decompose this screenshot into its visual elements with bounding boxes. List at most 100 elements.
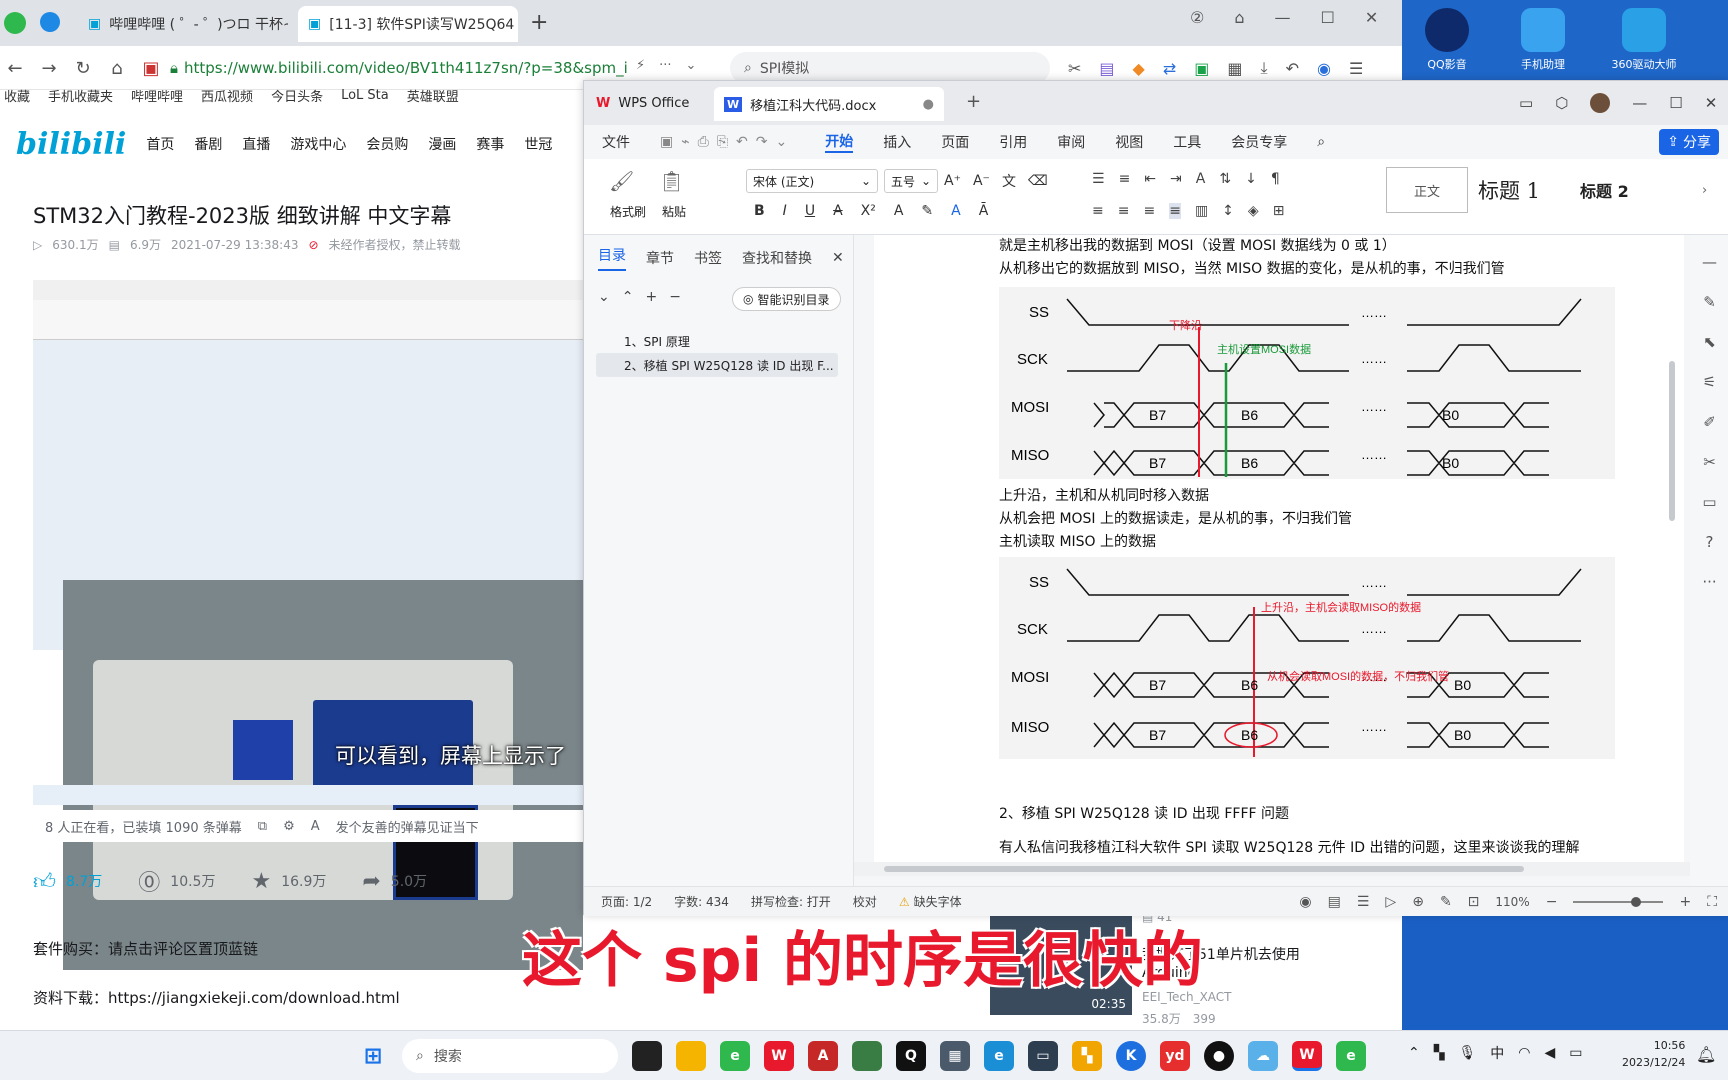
nav-tab-find-replace[interactable]: 查找和替换 <box>742 248 812 268</box>
download-icon[interactable]: ⤓ <box>1261 58 1268 78</box>
menu-membership[interactable]: 会员专享 <box>1231 132 1287 152</box>
pen-icon[interactable]: ✎ <box>1703 293 1716 311</box>
photo-icon[interactable] <box>852 1041 882 1071</box>
menu-page[interactable]: 页面 <box>941 132 969 152</box>
border-icon[interactable]: ⊞ <box>1273 203 1285 219</box>
bookmark-item[interactable]: LoL Sta <box>341 88 389 103</box>
underline-icon[interactable]: U <box>805 203 815 219</box>
youdao-icon[interactable]: yd <box>1160 1041 1190 1071</box>
bookmark-item[interactable]: 收藏 <box>4 86 30 105</box>
horizontal-scrollbar[interactable] <box>854 862 1690 876</box>
menu-file[interactable]: 文件 <box>602 132 630 152</box>
bookmark-item[interactable]: 今日头条 <box>271 86 323 105</box>
shading-icon[interactable]: ◈ <box>1248 203 1259 219</box>
zoom-in-icon[interactable]: + <box>1679 894 1691 910</box>
url-field[interactable]: 🔒︎ https://www.bilibili.com/video/BV1th4… <box>170 54 700 82</box>
start-icon[interactable]: ⊞ <box>358 1041 388 1071</box>
zoom-level[interactable]: 110% <box>1495 895 1529 909</box>
zoom-slider[interactable] <box>1573 896 1664 907</box>
scrollbar-thumb[interactable] <box>1669 361 1675 521</box>
minimize-icon[interactable]: — <box>1275 8 1291 27</box>
coin-button[interactable]: ⓪ 10.5万 <box>138 865 215 897</box>
format-painter-label[interactable]: 格式刷 <box>610 203 646 220</box>
home-icon[interactable]: ⌂ <box>104 55 130 81</box>
remove-heading-icon[interactable]: − <box>669 289 681 305</box>
desktop-icon-qqplayer[interactable]: QQ影音 <box>1412 8 1482 72</box>
reload-icon[interactable]: ↻ <box>70 55 96 81</box>
proofread-button[interactable]: 校对 <box>853 893 877 910</box>
menu-home[interactable]: 开始 <box>825 131 854 153</box>
danmaku-settings-icon[interactable]: ⚙ <box>283 819 295 834</box>
bold-icon[interactable]: B <box>754 203 765 219</box>
tools-icon[interactable]: ✂ <box>1703 453 1716 471</box>
style-normal[interactable]: 正文 <box>1386 167 1468 213</box>
k-app-icon[interactable]: K <box>1116 1041 1146 1071</box>
pin-icon[interactable]: ⌂ <box>1234 8 1244 27</box>
minimize-icon[interactable]: — <box>1632 94 1647 112</box>
link-icon[interactable]: ⇄ <box>1163 59 1176 78</box>
game-icon[interactable]: ◆ <box>1133 59 1145 78</box>
danmaku-toggle-icon[interactable]: ⧉ <box>258 819 267 834</box>
justify-icon[interactable]: ≡ <box>1169 203 1181 219</box>
tab-bilibili-home[interactable]: ▣ 哔哩哔哩 ( ゜- ゜)つロ 干杯~-b ✕ <box>78 6 288 42</box>
nav-tab-bookmarks[interactable]: 书签 <box>694 248 722 268</box>
add-heading-icon[interactable]: + <box>645 289 657 305</box>
strikethrough-icon[interactable]: A <box>833 203 843 219</box>
task-view-icon[interactable] <box>632 1041 662 1071</box>
help-icon[interactable]: ? <box>1706 533 1714 551</box>
clock[interactable]: 10:56 2023/12/24 <box>1622 1037 1685 1071</box>
text-effect-icon[interactable]: A <box>894 203 904 219</box>
wechat-icon[interactable]: ▣ <box>1194 59 1209 78</box>
favorite-button[interactable]: ★ 16.9万 <box>251 869 326 894</box>
close-window-icon[interactable]: ✕ <box>1705 94 1718 112</box>
close-window-icon[interactable]: ✕ <box>1365 8 1378 27</box>
browser-account-icon[interactable]: ◉ <box>1317 59 1331 78</box>
share-button[interactable]: ➦ 5.0万 <box>362 869 427 894</box>
undo-icon[interactable]: ↶ <box>1286 59 1299 78</box>
book-icon[interactable]: ▭ <box>1702 493 1716 511</box>
atk-icon[interactable]: A <box>808 1041 838 1071</box>
back-icon[interactable]: ← <box>2 55 28 81</box>
highlight-icon[interactable]: ✎ <box>921 203 933 219</box>
wps-active-taskbar-icon[interactable]: W <box>1292 1041 1322 1071</box>
spell-check-status[interactable]: 拼写检查: 打开 <box>751 893 831 910</box>
bookmark-item[interactable]: 手机收藏夹 <box>48 86 113 105</box>
align-left-icon[interactable]: ≡ <box>1092 203 1104 219</box>
edge-icon[interactable]: e <box>984 1041 1014 1071</box>
file-explorer-icon[interactable] <box>676 1041 706 1071</box>
nav-item[interactable]: 世冠 <box>524 134 552 154</box>
zoom-out-icon[interactable]: − <box>1546 894 1558 910</box>
font-size-select[interactable]: 五号 ⌄ <box>884 169 938 193</box>
share-button[interactable]: ⇪ 分享 <box>1659 129 1719 155</box>
wps-taskbar-icon[interactable]: W <box>764 1041 794 1071</box>
menu-review[interactable]: 审阅 <box>1057 132 1085 152</box>
scrollbar-thumb[interactable] <box>884 866 1524 872</box>
browser-taskbar-icon[interactable]: e <box>720 1041 750 1071</box>
fit-icon[interactable]: ⊡ <box>1468 894 1480 910</box>
nav-tab-sections[interactable]: 章节 <box>646 248 674 268</box>
page-view-icon[interactable]: ▤ <box>1328 894 1341 910</box>
select-icon[interactable]: ⬉ <box>1703 333 1716 351</box>
wps-doc-tab[interactable]: W 移植江科大代码.docx ● <box>714 87 944 121</box>
format-painter-icon[interactable]: 🖌︎ <box>609 169 634 193</box>
style-heading-1[interactable]: 标题 1 <box>1478 167 1540 213</box>
menu-insert[interactable]: 插入 <box>883 132 911 152</box>
collapse-icon[interactable]: ⌄ <box>598 289 610 305</box>
nav-tab-toc[interactable]: 目录 <box>598 245 626 271</box>
adjust-icon[interactable]: ⚟ <box>1703 373 1716 391</box>
recorder-icon[interactable]: ● <box>1204 1041 1234 1071</box>
extension-icon[interactable]: ▣ <box>138 55 164 81</box>
superscript-icon[interactable]: X² <box>861 203 876 219</box>
toc-item-active[interactable]: 2、移植 SPI W25Q128 读 ID 出现 F... <box>596 353 838 377</box>
close-icon[interactable]: ✕ <box>832 250 844 266</box>
line-spacing-icon[interactable]: ↕ <box>1222 203 1234 219</box>
align-right-icon[interactable]: ≡ <box>1143 203 1155 219</box>
vertical-scrollbar[interactable] <box>1669 241 1681 841</box>
terminal-icon[interactable]: ▭ <box>1028 1041 1058 1071</box>
ime-indicator[interactable]: 中 <box>1490 1043 1504 1063</box>
search-icon[interactable]: ⌕ <box>1317 134 1325 150</box>
forward-icon[interactable]: → <box>36 55 62 81</box>
download-link[interactable]: https://jiangxiekeji.com/download.html <box>108 989 400 1007</box>
volume-icon[interactable]: ◀ <box>1545 1045 1556 1061</box>
paste-icon[interactable]: 📋︎ <box>659 169 684 193</box>
